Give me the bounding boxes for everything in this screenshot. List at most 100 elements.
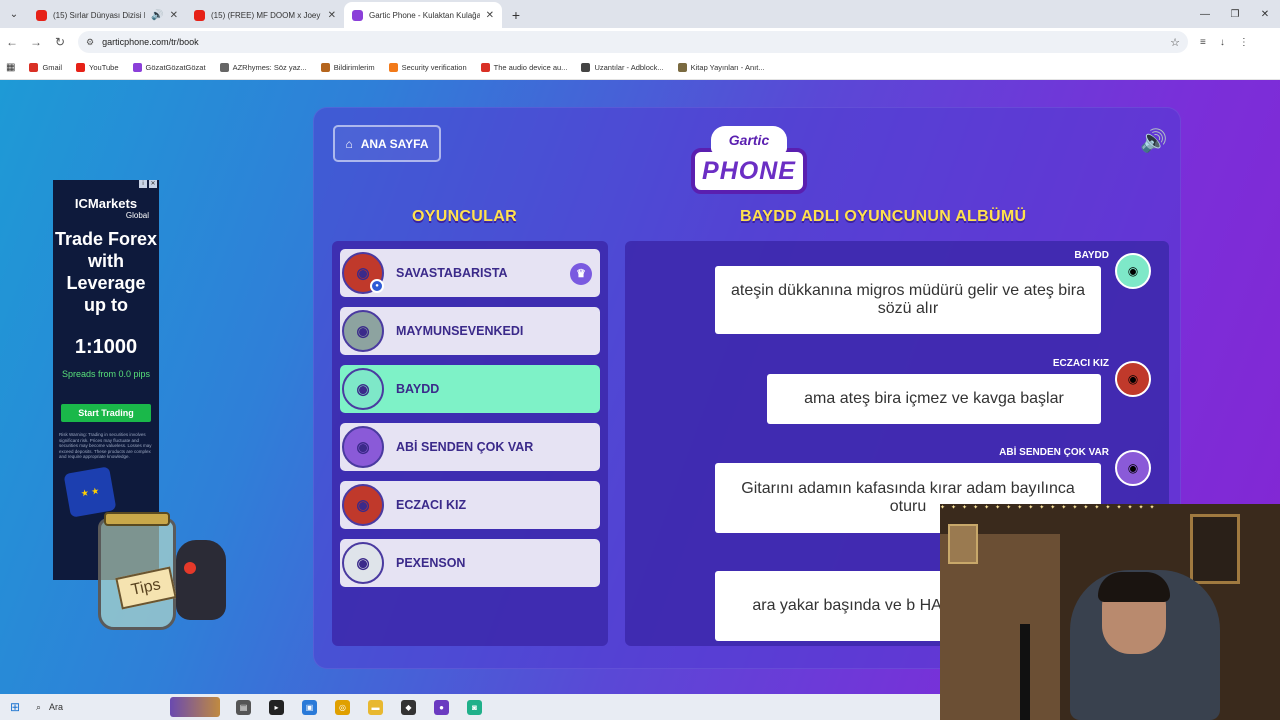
player-name: SAVASTABARISTA bbox=[396, 266, 508, 280]
bookmark-audio[interactable]: The audio device au... bbox=[480, 63, 568, 72]
message-author: BAYDD bbox=[1074, 250, 1109, 261]
ad-cta-button[interactable]: Start Trading bbox=[61, 404, 151, 422]
search-icon: ⌕ bbox=[36, 701, 42, 712]
chrome-icon[interactable]: ◎ bbox=[335, 699, 350, 715]
bookmark-label: Gmail bbox=[42, 63, 63, 72]
windows-start-icon[interactable]: ⊞ bbox=[0, 700, 30, 714]
home-icon: ⌂ bbox=[345, 136, 353, 151]
ad-spreads: Spreads from 0.0 pips bbox=[61, 369, 151, 379]
forward-icon[interactable]: → bbox=[24, 35, 48, 49]
taskbar-search[interactable]: ⌕ Ara bbox=[30, 702, 160, 713]
bookmark-kitap[interactable]: Kitap Yayınları - Anıt... bbox=[677, 63, 765, 72]
site-info-icon[interactable]: ⚙ bbox=[86, 37, 94, 48]
live-icon[interactable]: ▸ bbox=[269, 699, 284, 715]
bookmark-bildirimlerim[interactable]: Bildirimlerim bbox=[320, 63, 375, 72]
search-icon bbox=[219, 63, 229, 72]
minimize-icon[interactable]: — bbox=[1190, 0, 1220, 28]
gmail-icon bbox=[29, 63, 39, 72]
app-icon[interactable]: ◆ bbox=[401, 699, 416, 715]
bookmark-security[interactable]: Security verification bbox=[388, 63, 467, 72]
tab-1[interactable]: (15) Sırlar Dünyası Dizisi Fo 🔊 ✕ bbox=[28, 2, 186, 28]
close-tab-icon[interactable]: ✕ bbox=[486, 10, 494, 21]
audio-icon[interactable]: 🔊 bbox=[151, 10, 163, 21]
bookmark-gmail[interactable]: Gmail bbox=[29, 63, 62, 72]
close-window-icon[interactable]: ✕ bbox=[1250, 0, 1280, 28]
sound-icon[interactable]: 🔊 bbox=[1138, 128, 1170, 158]
gartic-phone-logo: PHONE Gartic bbox=[689, 126, 809, 198]
taskbar: ⊞ ⌕ Ara ▤ ▸ ▣ ◎ ▬ ◆ ● ◙ bbox=[0, 694, 940, 720]
player-item[interactable]: ◉ ECZACI KIZ bbox=[340, 481, 600, 529]
bell-icon bbox=[320, 63, 330, 72]
gartic-icon bbox=[352, 9, 363, 21]
tab-title: (15) (FREE) MF DOOM x Joey B bbox=[211, 10, 322, 20]
tab-search-button[interactable]: ⌄ bbox=[0, 0, 28, 28]
book-icon bbox=[677, 63, 687, 72]
players-title: OYUNCULAR bbox=[412, 208, 517, 225]
avatar: ◉ bbox=[342, 542, 384, 584]
restore-icon[interactable]: ❐ bbox=[1220, 0, 1250, 28]
avatar: ◉ bbox=[1115, 450, 1151, 486]
ad-disclaimer: Risk Warning: Trading in securities invo… bbox=[59, 432, 152, 459]
bookmark-label: Security verification bbox=[401, 63, 467, 72]
shield-icon bbox=[388, 63, 398, 72]
back-icon[interactable]: ← bbox=[0, 35, 24, 49]
player-item-selected[interactable]: ◉ BAYDD bbox=[340, 365, 600, 413]
bookmark-gozat[interactable]: GözatGözatGözat bbox=[132, 63, 206, 72]
album-title: BAYDD ADLI OYUNCUNUN ALBÜMÜ bbox=[740, 208, 1027, 225]
album-message: ama ateş bira içmez ve kavga başlar bbox=[767, 374, 1101, 424]
bookmark-extensions[interactable]: Uzantılar - Adblock... bbox=[581, 63, 664, 72]
folder-icon[interactable]: ▬ bbox=[368, 699, 383, 715]
bookmark-azrhymes[interactable]: AZRhymes: Söz yaz... bbox=[219, 63, 307, 72]
player-item[interactable]: ◉ PEXENSON bbox=[340, 539, 600, 587]
obs-icon[interactable]: ● bbox=[434, 699, 449, 715]
player-item[interactable]: ◉ MAYMUNSEVENKEDI bbox=[340, 307, 600, 355]
home-button-label: ANA SAYFA bbox=[360, 136, 429, 151]
crown-icon: ♛ bbox=[570, 263, 592, 285]
downloads-icon[interactable]: ↓ bbox=[1220, 37, 1225, 48]
ad-leverage: 1:1000 bbox=[74, 336, 138, 358]
ad-close-icon[interactable]: ✕ bbox=[149, 180, 157, 188]
bookmark-label: AZRhymes: Söz yaz... bbox=[232, 63, 307, 72]
bookmark-label: Bildirimlerim bbox=[333, 63, 375, 72]
player-item[interactable]: ◉ ABİ SENDEN ÇOK VAR bbox=[340, 423, 600, 471]
widget-image[interactable] bbox=[170, 697, 220, 717]
youtube-icon bbox=[194, 9, 205, 21]
player-name: MAYMUNSEVENKEDI bbox=[396, 324, 524, 338]
album-message: ateşin dükkanına migros müdürü gelir ve … bbox=[715, 266, 1101, 334]
youtube-icon bbox=[36, 9, 47, 21]
tab-2[interactable]: (15) (FREE) MF DOOM x Joey B ✕ bbox=[186, 2, 344, 28]
bookmark-youtube[interactable]: YouTube bbox=[76, 63, 119, 72]
store-icon[interactable]: ▣ bbox=[302, 699, 317, 715]
player-name: BAYDD bbox=[396, 382, 440, 396]
youtube-icon bbox=[76, 63, 86, 72]
avatar: ◉ bbox=[342, 426, 384, 468]
media-control-icon[interactable]: ≡ bbox=[1200, 37, 1206, 48]
streamlabs-icon[interactable]: ◙ bbox=[467, 699, 482, 715]
bookmark-label: GözatGözatGözat bbox=[145, 63, 206, 72]
tab-title: (15) Sırlar Dünyası Dizisi Fo bbox=[53, 10, 146, 20]
player-item[interactable]: ◉ ● SAVASTABARISTA ♛ bbox=[340, 249, 600, 297]
audio-icon bbox=[480, 63, 490, 72]
new-tab-button[interactable]: + bbox=[502, 2, 530, 28]
message-author: ABİ SENDEN ÇOK VAR bbox=[999, 447, 1109, 458]
tab-3-active[interactable]: Gartic Phone - Kulaktan Kulağa ✕ bbox=[344, 2, 502, 28]
url-text[interactable]: garticphone.com/tr/book bbox=[102, 37, 1162, 47]
ad-info-icon[interactable]: i bbox=[139, 180, 147, 188]
home-button[interactable]: ⌂ ANA SAYFA bbox=[333, 125, 441, 162]
menu-icon[interactable]: ⋮ bbox=[1239, 37, 1249, 48]
close-tab-icon[interactable]: ✕ bbox=[170, 10, 178, 21]
reload-icon[interactable]: ↻ bbox=[48, 35, 72, 49]
bookmark-star-icon[interactable]: ☆ bbox=[1170, 36, 1180, 49]
player-list: ◉ ● SAVASTABARISTA ♛ ◉ MAYMUNSEVENKEDI ◉… bbox=[332, 241, 608, 646]
omnibox[interactable]: ⚙ garticphone.com/tr/book ☆ bbox=[78, 31, 1188, 53]
close-tab-icon[interactable]: ✕ bbox=[328, 10, 336, 21]
eu-flag-icon: ★ ★ bbox=[63, 466, 117, 518]
apps-icon[interactable]: ▦ bbox=[6, 62, 15, 73]
player-name: PEXENSON bbox=[396, 556, 466, 570]
task-view-icon[interactable]: ▤ bbox=[236, 699, 251, 715]
tab-strip: ⌄ (15) Sırlar Dünyası Dizisi Fo 🔊 ✕ (15)… bbox=[0, 0, 1280, 28]
umbreon-image bbox=[176, 540, 226, 620]
bookmark-label: The audio device au... bbox=[493, 63, 568, 72]
bookmark-label: Kitap Yayınları - Anıt... bbox=[690, 63, 765, 72]
ad-headline: Trade Forex with Leverage up to bbox=[54, 229, 158, 315]
